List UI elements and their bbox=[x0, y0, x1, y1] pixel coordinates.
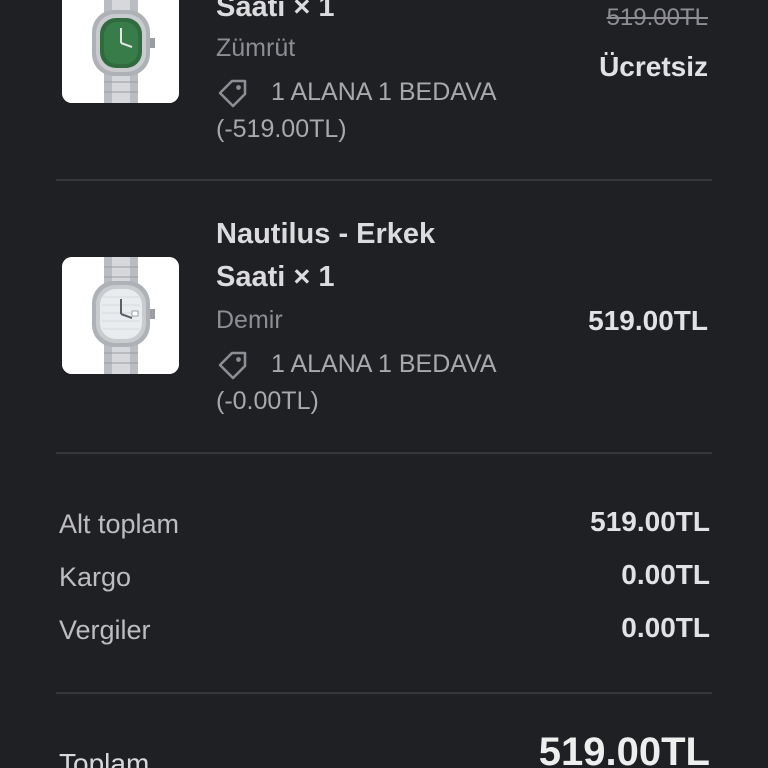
item-price: 519.00TL bbox=[588, 305, 708, 336]
discount-amount: (-519.00TL) bbox=[216, 115, 347, 143]
total-value: 519.00TL bbox=[538, 730, 710, 768]
product-title-line2: Saati × 1 bbox=[216, 0, 335, 23]
subtotal-label: Alt toplam bbox=[59, 509, 180, 539]
product-title: Saati × 1 bbox=[216, 0, 335, 29]
item-price: Ücretsiz bbox=[599, 51, 708, 82]
divider bbox=[56, 179, 712, 181]
taxes-label: Vergiler bbox=[59, 615, 151, 645]
subtotal-value: 519.00TL bbox=[590, 506, 710, 537]
shipping-value: 0.00TL bbox=[621, 559, 710, 590]
promo-label: 1 ALANA 1 BEDAVA bbox=[271, 77, 497, 106]
total-label: Toplam bbox=[59, 748, 150, 768]
product-variant: Demir bbox=[216, 306, 283, 334]
tag-icon bbox=[218, 79, 247, 108]
promo-label: 1 ALANA 1 BEDAVA bbox=[271, 349, 497, 378]
product-title: Nautilus - Erkek Saati × 1 bbox=[216, 213, 435, 299]
shipping-label: Kargo bbox=[59, 562, 132, 592]
taxes-value: 0.00TL bbox=[621, 612, 710, 643]
product-image-watch-green bbox=[62, 0, 179, 103]
divider bbox=[56, 452, 712, 454]
product-title-line1: Nautilus - Erkek bbox=[216, 218, 436, 250]
product-title-line2: Saati × 1 bbox=[216, 261, 335, 293]
tag-icon bbox=[218, 351, 247, 380]
discount-amount: (-0.00TL) bbox=[216, 387, 319, 415]
promo-row: 1 ALANA 1 BEDAVA bbox=[216, 75, 497, 109]
product-variant: Zümrüt bbox=[216, 34, 296, 62]
product-image-watch-silver bbox=[62, 257, 179, 374]
original-price: 519.00TL bbox=[606, 4, 708, 31]
promo-row: 1 ALANA 1 BEDAVA bbox=[216, 347, 497, 381]
order-summary-page: Saati × 1 Zümrüt 1 ALANA 1 BEDAVA (-519.… bbox=[0, 0, 768, 768]
divider bbox=[56, 692, 712, 694]
